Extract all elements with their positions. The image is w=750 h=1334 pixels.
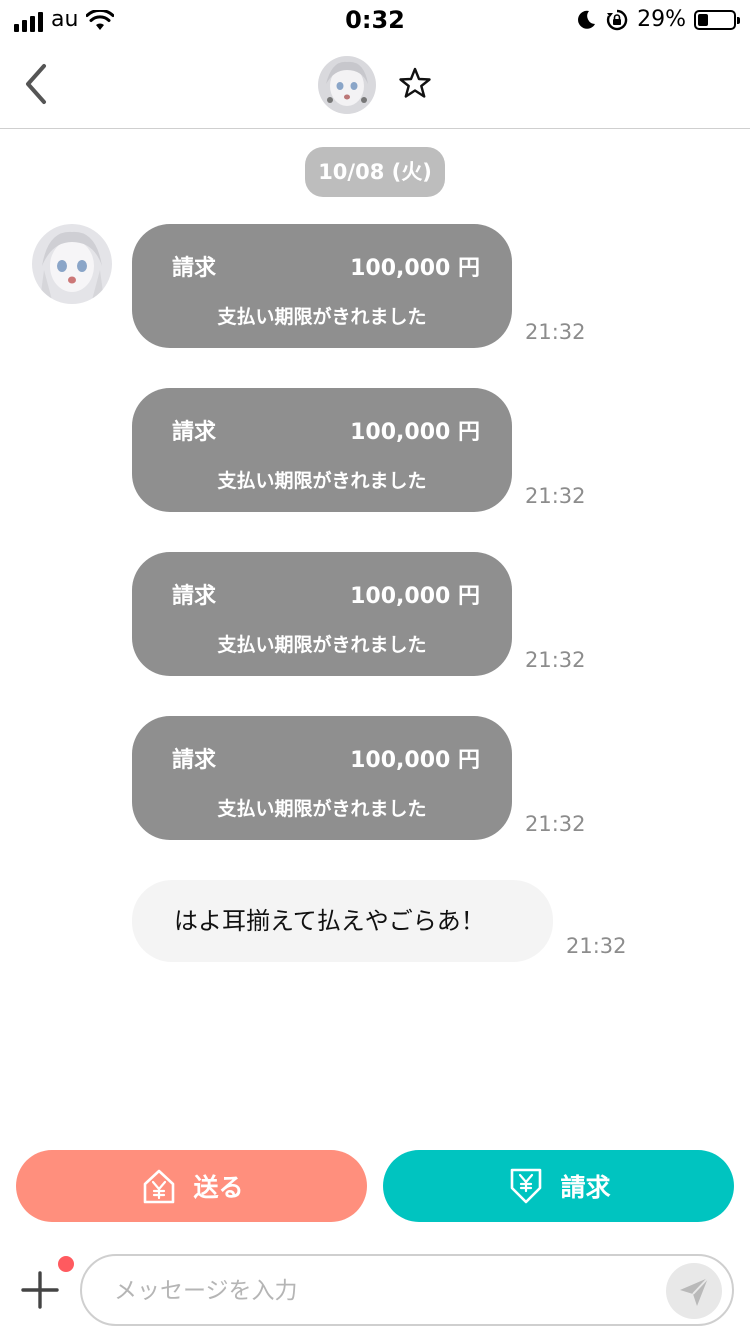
star-outline-icon[interactable] <box>398 66 432 100</box>
paper-plane-icon <box>680 1277 709 1306</box>
battery-icon <box>694 9 740 30</box>
bill-amount: 100,000 円 <box>350 420 480 445</box>
send-message-button[interactable] <box>666 1263 722 1319</box>
bill-status: 支払い期限がきれました <box>217 470 427 492</box>
bill-status: 支払い期限がきれました <box>217 306 427 328</box>
plus-icon[interactable] <box>20 1270 60 1310</box>
bill-amount: 100,000 円 <box>350 584 480 609</box>
send-button-label: 送る <box>193 1173 244 1202</box>
bill-amount: 100,000 円 <box>350 256 480 281</box>
sender-avatar[interactable] <box>32 224 112 304</box>
bill-label: 請求 <box>172 420 217 445</box>
rotation-lock-icon <box>606 9 628 30</box>
bill-status: 支払い期限がきれました <box>217 798 427 820</box>
date-separator: 10/08 (火) <box>305 147 445 197</box>
message-time: 21:32 <box>525 320 586 344</box>
message-composer <box>80 1254 734 1326</box>
bill-message[interactable]: 請求 100,000 円 支払い期限がきれました <box>132 224 512 348</box>
bill-message[interactable]: 請求 100,000 円 支払い期限がきれました <box>132 716 512 840</box>
request-yen-icon <box>511 1168 542 1204</box>
battery-percent: 29% <box>637 7 686 32</box>
status-bar: au 0:32 29% <box>0 0 750 40</box>
bill-label: 請求 <box>172 256 217 281</box>
request-money-button[interactable]: 請求 <box>383 1150 734 1222</box>
chat-header <box>0 40 750 129</box>
message-input[interactable] <box>112 1268 656 1314</box>
bill-message[interactable]: 請求 100,000 円 支払い期限がきれました <box>132 552 512 676</box>
request-button-label: 請求 <box>560 1173 611 1202</box>
bill-status: 支払い期限がきれました <box>217 634 427 656</box>
bill-message[interactable]: 請求 100,000 円 支払い期限がきれました <box>132 388 512 512</box>
message-time: 21:32 <box>525 484 586 508</box>
notification-dot <box>58 1256 74 1272</box>
bill-amount: 100,000 円 <box>350 748 480 773</box>
message-time: 21:32 <box>566 934 627 958</box>
send-yen-icon <box>144 1169 175 1204</box>
chevron-left-icon[interactable] <box>20 62 60 106</box>
moon-icon <box>578 10 596 29</box>
send-money-button[interactable]: 送る <box>16 1150 367 1222</box>
contact-avatar[interactable] <box>318 56 376 114</box>
text-message[interactable]: はよ耳揃えて払えやごらあ！ <box>132 880 553 962</box>
bill-label: 請求 <box>172 584 217 609</box>
message-time: 21:32 <box>525 812 586 836</box>
bill-label: 請求 <box>172 748 217 773</box>
message-time: 21:32 <box>525 648 586 672</box>
